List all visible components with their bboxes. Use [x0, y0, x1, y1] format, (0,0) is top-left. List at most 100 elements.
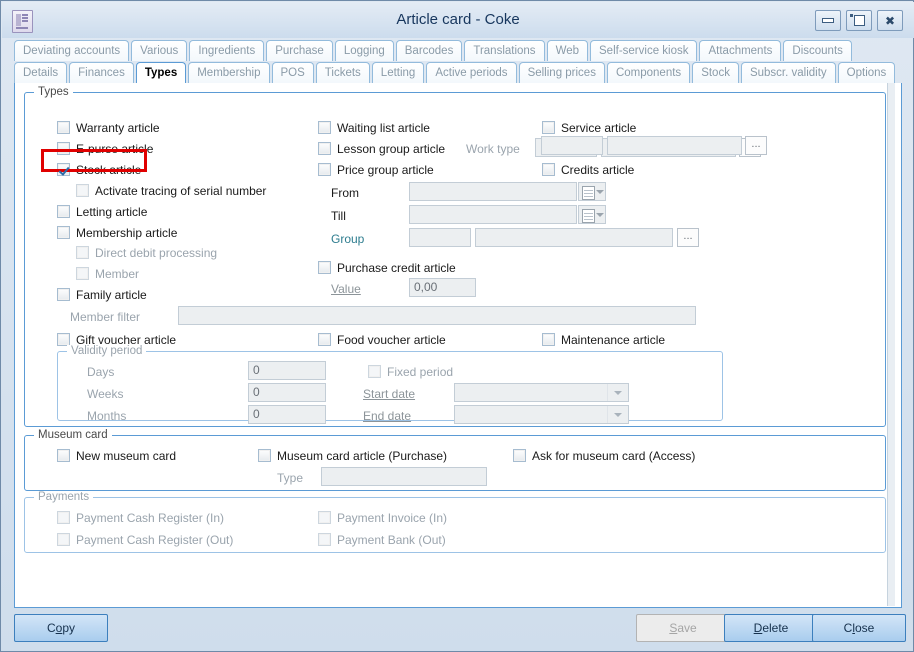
- tab-translations[interactable]: Translations: [464, 40, 544, 61]
- payment-bank-out-checkbox: [318, 533, 331, 546]
- activate-tracing-label: Activate tracing of serial number: [95, 184, 266, 198]
- weeks-label: Weeks: [87, 387, 123, 401]
- waiting-list-article-label: Waiting list article: [337, 121, 430, 135]
- start-date-combo[interactable]: [454, 383, 629, 402]
- tab-logging[interactable]: Logging: [335, 40, 394, 61]
- tab-row-lower: Details Finances Types Membership POS Ti…: [14, 62, 902, 83]
- membership-article-checkbox[interactable]: [57, 226, 70, 239]
- title-bar: Article card - Coke ✖: [2, 2, 914, 38]
- member-filter-field[interactable]: [178, 306, 696, 325]
- end-date-combo[interactable]: [454, 405, 629, 424]
- family-article-checkbox[interactable]: [57, 288, 70, 301]
- payment-cash-register-in-checkbox: [57, 511, 70, 524]
- tab-attachments[interactable]: Attachments: [699, 40, 781, 61]
- copy-button[interactable]: Copy: [14, 614, 108, 642]
- tab-ingredients[interactable]: Ingredients: [189, 40, 264, 61]
- payment-cash-register-out-checkbox: [57, 533, 70, 546]
- days-label: Days: [87, 365, 114, 379]
- museum-card-type-field[interactable]: [321, 467, 487, 486]
- warranty-article-label: Warranty article: [76, 121, 160, 135]
- tab-options[interactable]: Options: [838, 62, 896, 83]
- tab-stock[interactable]: Stock: [692, 62, 739, 83]
- tab-tickets[interactable]: Tickets: [316, 62, 370, 83]
- fixed-period-checkbox: [368, 365, 381, 378]
- activate-tracing-checkbox[interactable]: [76, 184, 89, 197]
- tab-pos[interactable]: POS: [272, 62, 314, 83]
- end-date-label: End date: [363, 409, 411, 423]
- minimize-button[interactable]: [815, 10, 841, 31]
- tab-self-service-kiosk[interactable]: Self-service kiosk: [590, 40, 697, 61]
- service-code-field[interactable]: [541, 136, 603, 155]
- museum-card-article-label: Museum card article (Purchase): [277, 449, 447, 463]
- credits-article-checkbox[interactable]: [542, 163, 555, 176]
- save-button: Save: [636, 614, 730, 642]
- delete-button[interactable]: Delete: [724, 614, 818, 642]
- maintenance-article-checkbox[interactable]: [542, 333, 555, 346]
- payment-bank-out-label: Payment Bank (Out): [337, 533, 446, 547]
- tab-components[interactable]: Components: [607, 62, 690, 83]
- tab-deviating-accounts[interactable]: Deviating accounts: [14, 40, 129, 61]
- tab-various[interactable]: Various: [131, 40, 187, 61]
- museum-card-legend: Museum card: [34, 429, 112, 441]
- epurse-article-label: E-purse article: [76, 142, 153, 156]
- payments-group: Payments Payment Cash Register (In) Paym…: [24, 497, 886, 553]
- weeks-field[interactable]: 0: [248, 383, 326, 402]
- till-field[interactable]: [409, 205, 577, 224]
- validity-period-legend: Validity period: [67, 345, 146, 357]
- purchase-credit-article-label: Purchase credit article: [337, 261, 456, 275]
- purchase-credit-article-checkbox[interactable]: [318, 261, 331, 274]
- stock-article-checkbox[interactable]: [57, 163, 70, 176]
- tab-finances[interactable]: Finances: [69, 62, 134, 83]
- maintenance-article-label: Maintenance article: [561, 333, 665, 347]
- tab-subscr-validity[interactable]: Subscr. validity: [741, 62, 836, 83]
- tab-content-types: Types Warranty article E-purse article S…: [14, 83, 902, 608]
- service-browse-button[interactable]: ...: [745, 136, 767, 155]
- tab-membership[interactable]: Membership: [188, 62, 269, 83]
- tab-types[interactable]: Types: [136, 62, 186, 83]
- group-name-field[interactable]: [475, 228, 673, 247]
- waiting-list-article-checkbox[interactable]: [318, 121, 331, 134]
- direct-debit-label: Direct debit processing: [95, 246, 217, 260]
- member-checkbox: [76, 267, 89, 280]
- letting-article-label: Letting article: [76, 205, 147, 219]
- service-article-checkbox[interactable]: [542, 121, 555, 134]
- tab-purchase[interactable]: Purchase: [266, 40, 333, 61]
- months-label: Months: [87, 409, 126, 423]
- till-label: Till: [331, 209, 346, 223]
- letting-article-checkbox[interactable]: [57, 205, 70, 218]
- work-type-label: Work type: [466, 142, 520, 156]
- museum-card-type-label: Type: [277, 471, 303, 485]
- restore-button[interactable]: [846, 10, 872, 31]
- service-name-field[interactable]: [607, 136, 742, 155]
- new-museum-card-checkbox[interactable]: [57, 449, 70, 462]
- value-field[interactable]: 0,00: [409, 278, 476, 297]
- from-field[interactable]: [409, 182, 577, 201]
- tab-selling-prices[interactable]: Selling prices: [519, 62, 605, 83]
- till-date-picker-button[interactable]: [578, 205, 606, 224]
- tab-web[interactable]: Web: [547, 40, 588, 61]
- pane-right-edge: [887, 83, 895, 606]
- price-group-article-checkbox[interactable]: [318, 163, 331, 176]
- museum-card-group: Museum card New museum card Museum card …: [24, 435, 886, 491]
- from-date-picker-button[interactable]: [578, 182, 606, 201]
- tab-active-periods[interactable]: Active periods: [426, 62, 516, 83]
- payment-cash-register-out-label: Payment Cash Register (Out): [76, 533, 233, 547]
- tab-barcodes[interactable]: Barcodes: [396, 40, 463, 61]
- epurse-article-checkbox[interactable]: [57, 142, 70, 155]
- warranty-article-checkbox[interactable]: [57, 121, 70, 134]
- types-group-legend: Types: [34, 86, 73, 98]
- tab-letting[interactable]: Letting: [372, 62, 425, 83]
- tab-details[interactable]: Details: [14, 62, 67, 83]
- close-button-footer[interactable]: Close: [812, 614, 906, 642]
- museum-card-article-checkbox[interactable]: [258, 449, 271, 462]
- days-field[interactable]: 0: [248, 361, 326, 380]
- group-code-field[interactable]: [409, 228, 471, 247]
- ask-for-museum-card-checkbox[interactable]: [513, 449, 526, 462]
- lesson-group-article-checkbox[interactable]: [318, 142, 331, 155]
- close-button[interactable]: ✖: [877, 10, 903, 31]
- payments-legend: Payments: [34, 491, 93, 503]
- food-voucher-article-checkbox[interactable]: [318, 333, 331, 346]
- tab-discounts[interactable]: Discounts: [783, 40, 852, 61]
- group-browse-button[interactable]: ...: [677, 228, 699, 247]
- months-field[interactable]: 0: [248, 405, 326, 424]
